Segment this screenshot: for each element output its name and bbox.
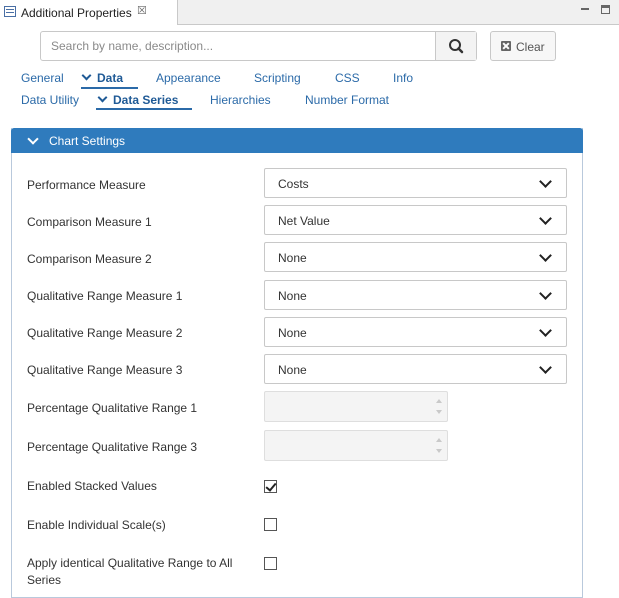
tab-hierarchies[interactable]: Hierarchies	[210, 93, 271, 107]
qualitative-range-2-label: Qualitative Range Measure 2	[27, 326, 183, 340]
chevron-down-icon	[539, 324, 552, 337]
search-input[interactable]	[41, 32, 435, 60]
chevron-down-icon	[539, 287, 552, 300]
tab-data[interactable]: Data	[81, 70, 124, 85]
increment-icon	[436, 399, 442, 403]
increment-icon	[436, 438, 442, 442]
panel-title: Chart Settings	[49, 134, 126, 148]
percentage-range-1-label: Percentage Qualitative Range 1	[27, 401, 198, 415]
select-value: None	[278, 251, 307, 265]
performance-measure-label: Performance Measure	[27, 178, 146, 192]
comparison-measure-2-select[interactable]: None	[264, 242, 567, 272]
enabled-stacked-checkbox[interactable]	[264, 480, 277, 493]
chevron-down-icon	[539, 175, 552, 188]
clear-icon	[501, 41, 511, 51]
qualitative-range-1-select[interactable]: None	[264, 280, 567, 310]
percentage-range-3-stepper	[264, 430, 448, 462]
clear-button-label: Clear	[516, 40, 545, 54]
identical-range-label-line1: Apply identical Qualitative Range to All	[27, 556, 233, 570]
individual-scale-checkbox[interactable]	[264, 518, 277, 531]
enabled-stacked-label: Enabled Stacked Values	[27, 479, 157, 493]
qualitative-range-3-label: Qualitative Range Measure 3	[27, 363, 183, 377]
tab-info[interactable]: Info	[393, 71, 413, 85]
tab-general[interactable]: General	[21, 71, 64, 85]
tab-css[interactable]: CSS	[335, 71, 360, 85]
chevron-down-icon	[539, 361, 552, 374]
qualitative-range-2-select[interactable]: None	[264, 317, 567, 347]
tab-data-label: Data	[97, 71, 124, 85]
performance-measure-select[interactable]: Costs	[264, 168, 567, 198]
tab-data-series-underline	[96, 108, 192, 110]
minimize-icon[interactable]	[579, 3, 591, 15]
identical-range-checkbox[interactable]	[264, 557, 277, 570]
comparison-measure-1-label: Comparison Measure 1	[27, 215, 152, 229]
search-button[interactable]	[435, 32, 476, 60]
qualitative-range-1-label: Qualitative Range Measure 1	[27, 289, 183, 303]
search-icon	[449, 39, 464, 54]
qualitative-range-3-select[interactable]: None	[264, 354, 567, 384]
clear-button[interactable]: Clear	[490, 31, 556, 61]
comparison-measure-2-label: Comparison Measure 2	[27, 252, 152, 266]
select-value: Net Value	[278, 214, 330, 228]
tab-appearance[interactable]: Appearance	[156, 71, 221, 85]
select-value: None	[278, 289, 307, 303]
tab-data-series-label: Data Series	[113, 93, 179, 107]
view-tab-additional-properties[interactable]: Additional Properties ☒	[0, 0, 178, 25]
view-title: Additional Properties	[21, 6, 132, 20]
chart-settings-header[interactable]: Chart Settings	[11, 128, 583, 153]
decrement-icon	[436, 410, 442, 414]
maximize-icon[interactable]	[601, 5, 610, 14]
tab-data-series[interactable]: Data Series	[97, 92, 179, 107]
select-value: None	[278, 363, 307, 377]
chevron-down-icon	[539, 212, 552, 225]
tab-data-utility[interactable]: Data Utility	[21, 93, 79, 107]
individual-scale-label: Enable Individual Scale(s)	[27, 518, 166, 532]
percentage-range-1-input	[265, 392, 429, 423]
percentage-range-1-stepper	[264, 391, 448, 423]
chevron-down-icon	[539, 249, 552, 262]
view-tab-bar: Additional Properties ☒	[0, 0, 619, 25]
chevron-down-icon	[81, 70, 92, 81]
properties-view-icon	[4, 6, 16, 17]
percentage-range-3-input	[265, 431, 429, 462]
identical-range-label-line2: Series	[27, 573, 62, 587]
close-icon[interactable]: ☒	[137, 4, 147, 17]
decrement-icon	[436, 449, 442, 453]
select-value: Costs	[278, 177, 309, 191]
chevron-down-icon	[27, 133, 39, 145]
comparison-measure-1-select[interactable]: Net Value	[264, 205, 567, 235]
chevron-down-icon	[97, 92, 108, 103]
percentage-range-3-label: Percentage Qualitative Range 3	[27, 440, 198, 454]
select-value: None	[278, 326, 307, 340]
tab-scripting[interactable]: Scripting	[254, 71, 301, 85]
tab-data-underline	[81, 87, 138, 89]
search-box	[40, 31, 477, 61]
tab-number-format[interactable]: Number Format	[305, 93, 389, 107]
